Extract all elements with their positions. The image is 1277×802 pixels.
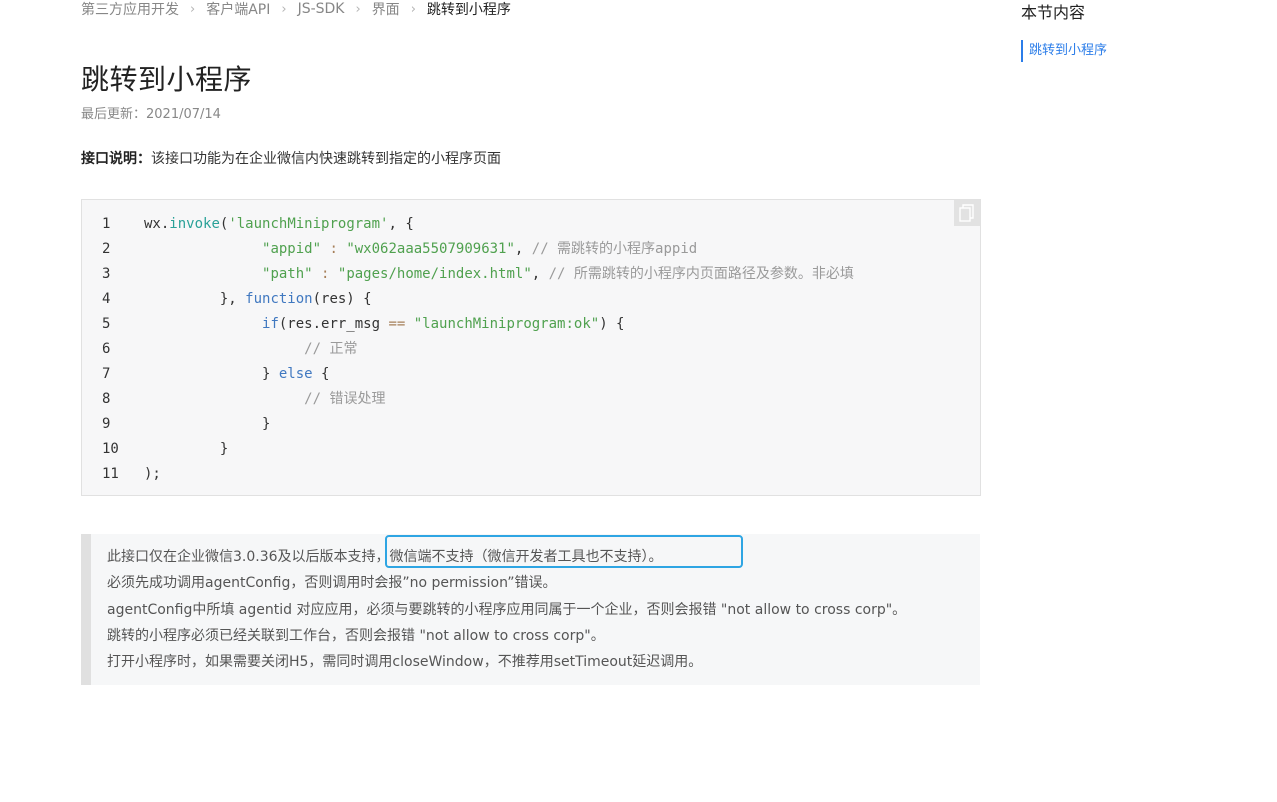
copy-button[interactable] <box>954 200 980 226</box>
breadcrumb-link-client-api[interactable]: 客户端API <box>206 0 270 19</box>
code-token: == <box>388 316 406 332</box>
code-text: // 正常 <box>144 337 357 362</box>
code-token: if <box>262 316 279 332</box>
api-description-text: 该接口功能为在企业微信内快速跳转到指定的小程序页面 <box>151 151 501 167</box>
code-token: "path" <box>262 266 313 282</box>
code-text: }, function(res) { <box>144 287 372 312</box>
api-description: 接口说明：该接口功能为在企业微信内快速跳转到指定的小程序页面 <box>81 148 501 168</box>
code-token: , <box>514 241 532 257</box>
notes-block: 此接口仅在企业微信3.0.36及以后版本支持，微信端不支持（微信开发者工具也不支… <box>81 534 980 685</box>
line-number: 8 <box>102 391 111 407</box>
breadcrumb-link-interface[interactable]: 界面 <box>372 0 400 19</box>
code-token: } <box>144 441 229 457</box>
note-line: 打开小程序时，如果需要关闭H5，需同时调用closeWindow，不推荐用set… <box>107 654 703 671</box>
code-token: "wx062aaa5507909631" <box>346 241 515 257</box>
breadcrumb-link-js-sdk[interactable]: JS-SDK <box>298 1 345 17</box>
code-token: { <box>312 366 330 382</box>
code-text: } <box>144 437 228 462</box>
code-block: 1 wx.invoke('launchMiniprogram', {2 "appi… <box>81 199 981 496</box>
chevron-right-icon: › <box>281 1 287 17</box>
chevron-right-icon: › <box>355 1 361 17</box>
code-token: "launchMiniprogram:ok" <box>413 316 600 332</box>
line-number: 7 <box>102 366 111 382</box>
code-text: // 错误处理 <box>144 387 385 412</box>
code-token: 'launchMiniprogram' <box>228 216 389 232</box>
note-line: 此接口仅在企业微信3.0.36及以后版本支持，微信端不支持（微信开发者工具也不支… <box>107 549 663 565</box>
code-text: } else { <box>144 362 329 387</box>
breadcrumb-link-third-party-dev[interactable]: 第三方应用开发 <box>81 0 179 19</box>
code-line: 6 // 正常 <box>82 337 854 362</box>
code-text: ); <box>144 462 161 487</box>
code-token: invoke <box>169 216 220 232</box>
code-line: 2 "appid" : "wx062aaa5507909631", // 需跳转… <box>82 237 854 262</box>
code-line: 3 "path" : "pages/home/index.html", // 所… <box>82 262 854 287</box>
code-line: 10 } <box>82 437 854 462</box>
code-line: 11); <box>82 462 854 487</box>
line-number: 2 <box>102 241 111 257</box>
code-token: , <box>531 266 549 282</box>
code-text: "appid" : "wx062aaa5507909631", // 需跳转的小… <box>144 237 697 262</box>
line-number: 1 <box>102 216 111 232</box>
code-token: } <box>144 416 271 432</box>
code-token: // 正常 <box>304 341 358 357</box>
line-number: 9 <box>102 416 111 432</box>
code-token: "pages/home/index.html" <box>337 266 532 282</box>
code-text: if(res.err_msg == "launchMiniprogram:ok"… <box>144 312 624 337</box>
code-token: else <box>278 366 313 382</box>
code-line: 8 // 错误处理 <box>82 387 854 412</box>
code-text: "path" : "pages/home/index.html", // 所需跳… <box>144 262 854 287</box>
copy-icon <box>959 204 974 222</box>
code-token: function <box>245 291 313 307</box>
note-line: 必须先成功调用agentConfig，否则调用时会报”no permission… <box>107 575 557 592</box>
code-token: // 所需跳转的小程序内页面路径及参数。非必填 <box>548 266 854 282</box>
line-number: 4 <box>102 291 111 307</box>
code-text: wx.invoke('launchMiniprogram', { <box>144 212 414 237</box>
breadcrumb-current: 跳转到小程序 <box>426 2 511 18</box>
code-token: // 需跳转的小程序appid <box>531 241 698 257</box>
toc-title: 本节内容 <box>1021 3 1086 22</box>
breadcrumb: 第三方应用开发 › 客户端API › JS-SDK › 界面 › 跳转到小程序 <box>81 0 511 19</box>
code-token: : <box>312 266 338 282</box>
code-text: } <box>144 412 270 437</box>
line-number: 6 <box>102 341 111 357</box>
line-number: 10 <box>102 441 119 457</box>
code-line: 4 }, function(res) { <box>82 287 854 312</box>
note-line: agentConfig中所填 agentid 对应应用，必须与要跳转的小程序应用… <box>107 601 907 618</box>
code-token: ) { <box>599 316 625 332</box>
toc-item-jump-to-miniprogram[interactable]: 跳转到小程序 <box>1021 40 1107 62</box>
code-token: ); <box>144 466 161 482</box>
line-number: 5 <box>102 316 111 332</box>
line-number: 11 <box>102 466 119 482</box>
chevron-right-icon: › <box>410 1 416 17</box>
line-number: 3 <box>102 266 111 282</box>
code-line: 5 if(res.err_msg == "launchMiniprogram:o… <box>82 312 854 337</box>
code-line: 1 wx.invoke('launchMiniprogram', { <box>82 212 854 237</box>
code-lines: 1 wx.invoke('launchMiniprogram', {2 "appi… <box>82 212 854 487</box>
chevron-right-icon: › <box>190 1 196 17</box>
code-token: (res) { <box>312 291 372 307</box>
code-token: , { <box>388 216 414 232</box>
code-token: } <box>144 366 279 382</box>
code-token: (res.err_msg <box>278 316 389 332</box>
code-token: wx <box>144 216 161 232</box>
code-line: 9 } <box>82 412 854 437</box>
note-line: 跳转的小程序必须已经关联到工作台，否则会报错 "not allow to cro… <box>107 627 605 644</box>
code-token: "appid" <box>262 241 322 257</box>
code-token: }, <box>144 291 246 307</box>
code-token: : <box>321 241 347 257</box>
page-title: 跳转到小程序 <box>81 63 253 96</box>
last-updated: 最后更新：2021/07/14 <box>81 107 221 122</box>
api-description-label: 接口说明： <box>81 151 151 167</box>
code-line: 7 } else { <box>82 362 854 387</box>
code-token: // 错误处理 <box>304 391 386 407</box>
